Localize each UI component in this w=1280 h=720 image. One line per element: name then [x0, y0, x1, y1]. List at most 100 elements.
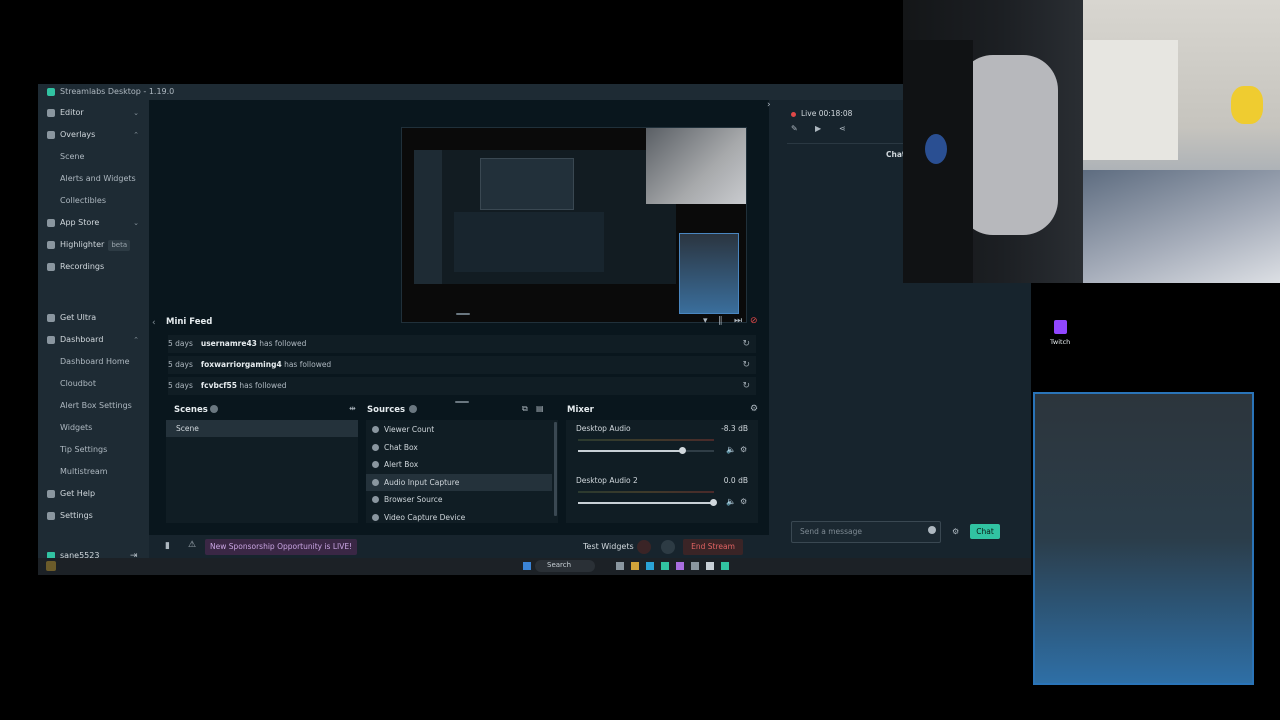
sidebar-item-dashboard[interactable]: Dashboard ⌃ — [38, 330, 149, 350]
channel-name: Desktop Audio — [576, 424, 631, 433]
sidebar-item-widgets[interactable]: Widgets — [38, 418, 149, 438]
sidebar-item-editor[interactable]: Editor ⌄ — [38, 103, 149, 123]
scene-item[interactable]: Scene — [166, 420, 358, 437]
sidebar-item-recordings[interactable]: Recordings — [38, 257, 149, 277]
share-icon[interactable]: ⋖ — [839, 124, 846, 133]
video-icon[interactable]: ▶ — [815, 124, 821, 133]
mini-feed-title: Mini Feed — [166, 317, 213, 327]
feed-row: 5 days usernamre43 has followed ↻ — [168, 335, 756, 353]
editor-icon — [47, 109, 55, 117]
replay-buffer-button[interactable] — [661, 540, 675, 554]
sidebar-item-alert-box-settings[interactable]: Alert Box Settings — [38, 396, 149, 416]
source-item[interactable]: Viewer Count — [366, 421, 552, 438]
taskbar-app-icon[interactable] — [646, 562, 654, 570]
sidebar-item-get-ultra[interactable]: Get Ultra — [38, 308, 149, 328]
sidebar-item-get-help[interactable]: Get Help — [38, 484, 149, 504]
mini-feed: ‹ Mini Feed ▾ ∥ ⏭ ⊘ 5 days usernamre43 ha… — [152, 313, 760, 396]
webcam-feed — [903, 0, 1280, 283]
desktop-twitch-shortcut[interactable]: Twitch — [1046, 318, 1076, 350]
performance-icon[interactable]: ⚠ — [188, 540, 196, 550]
gear-icon[interactable]: ⚙ — [740, 445, 747, 454]
sidebar-item-highlighter[interactable]: Highlighter beta — [38, 235, 149, 255]
replay-icon[interactable]: ↻ — [742, 377, 750, 395]
sidebar-item-multistream[interactable]: Multistream — [38, 462, 149, 482]
sidebar-item-collectibles[interactable]: Collectibles — [38, 191, 149, 211]
volume-slider[interactable] — [578, 447, 714, 454]
channel-name: Desktop Audio 2 — [576, 476, 638, 485]
add-source-icon[interactable] — [409, 405, 417, 413]
help-icon — [47, 490, 55, 498]
mixer-channels: Desktop Audio -8.3 dB 🔈 ⚙ Desktop Audio … — [566, 420, 758, 523]
skip-icon[interactable]: ⏭ — [734, 316, 742, 326]
webcam-overlay — [646, 128, 746, 204]
folder-icon[interactable]: ▤ — [536, 404, 544, 413]
scenes-title: Scenes — [174, 405, 208, 415]
chevron-left-icon[interactable]: ‹ — [152, 318, 156, 328]
source-options-icon[interactable]: ⧉ — [522, 404, 528, 414]
windows-start-icon[interactable] — [523, 562, 531, 570]
scene-transition-icon[interactable]: ⇹ — [349, 404, 356, 413]
mute-alerts-icon[interactable]: ⊘ — [750, 316, 758, 326]
taskbar-app-icon[interactable] — [706, 562, 714, 570]
taskbar-app-icon[interactable] — [676, 562, 684, 570]
alert-overlay-box — [1033, 392, 1254, 685]
sidebar-item-tip-settings[interactable]: Tip Settings — [38, 440, 149, 460]
stats-icon[interactable]: ▮ — [165, 541, 170, 551]
replay-icon[interactable]: ↻ — [742, 335, 750, 353]
filter-icon[interactable]: ▾ — [703, 316, 708, 326]
source-item[interactable]: Browser Source — [366, 491, 552, 508]
volume-slider[interactable] — [578, 499, 717, 506]
end-stream-button[interactable]: End Stream — [683, 539, 743, 555]
scrollbar[interactable] — [554, 422, 557, 516]
sidebar-item-cloudbot[interactable]: Cloudbot — [38, 374, 149, 394]
streamlabs-logo-icon — [47, 88, 55, 96]
source-item[interactable]: Alert Box — [366, 456, 552, 473]
sponsorship-banner[interactable]: New Sponsorship Opportunity is LIVE! — [205, 539, 358, 555]
gear-icon[interactable]: ⚙ — [750, 404, 758, 414]
stream-preview[interactable] — [401, 127, 747, 323]
sidebar-item-scene[interactable]: Scene — [38, 147, 149, 167]
sidebar-item-app-store[interactable]: App Store ⌄ — [38, 213, 149, 233]
taskbar-app-icon[interactable] — [616, 562, 624, 570]
gear-icon[interactable]: ⚙ — [952, 527, 959, 536]
chat-send-button[interactable]: Chat — [970, 524, 1000, 539]
mixer-panel: Mixer ⚙ Desktop Audio -8.3 dB 🔈 ⚙ Deskto… — [566, 404, 760, 524]
scenes-list: Scene — [166, 420, 358, 523]
test-widgets-label[interactable]: Test Widgets — [583, 540, 634, 554]
sidebar-item-settings[interactable]: Settings — [38, 506, 149, 526]
pause-icon[interactable]: ∥ — [718, 316, 723, 326]
taskbar-app-icon[interactable] — [661, 562, 669, 570]
slider-knob[interactable] — [679, 447, 686, 454]
live-timer: Live 00:18:08 — [801, 109, 853, 118]
gear-icon[interactable]: ⚙ — [740, 497, 747, 506]
volume-meter — [578, 439, 714, 441]
nested-preview-capture — [414, 150, 676, 284]
add-scene-icon[interactable] — [210, 405, 218, 413]
window-title: Streamlabs Desktop - 1.19.0 — [60, 87, 175, 96]
chat-message-input[interactable]: Send a message — [791, 521, 941, 543]
record-button[interactable] — [637, 540, 651, 554]
emoji-icon[interactable] — [928, 526, 936, 534]
speaker-icon[interactable]: 🔈 — [726, 497, 736, 506]
camera-icon — [372, 514, 379, 521]
source-item[interactable]: Chat Box — [366, 439, 552, 456]
sidebar-item-overlays[interactable]: Overlays ⌃ — [38, 125, 149, 145]
taskbar-search[interactable]: Search — [535, 560, 595, 572]
edit-icon[interactable]: ✎ — [791, 124, 798, 133]
chevron-down-icon: ⌄ — [133, 219, 139, 227]
slider-knob[interactable] — [710, 499, 717, 506]
channel-db: 0.0 dB — [723, 476, 748, 485]
taskbar-app-icon[interactable] — [631, 562, 639, 570]
resize-handle[interactable] — [455, 401, 469, 403]
taskbar-app-icon[interactable] — [691, 562, 699, 570]
sidebar-item-alerts-widgets[interactable]: Alerts and Widgets — [38, 169, 149, 189]
collapse-chat-icon[interactable]: › — [767, 100, 771, 110]
speaker-icon[interactable]: 🔈 — [726, 445, 736, 454]
sources-list: Viewer Count Chat Box Alert Box Audio In… — [366, 420, 558, 523]
taskbar-app-icon[interactable] — [721, 562, 729, 570]
recordings-icon — [47, 263, 55, 271]
source-item-selected[interactable]: Audio Input Capture — [366, 474, 552, 491]
sidebar-item-dashboard-home[interactable]: Dashboard Home — [38, 352, 149, 372]
replay-icon[interactable]: ↻ — [742, 356, 750, 374]
source-item[interactable]: Video Capture Device — [366, 509, 552, 526]
